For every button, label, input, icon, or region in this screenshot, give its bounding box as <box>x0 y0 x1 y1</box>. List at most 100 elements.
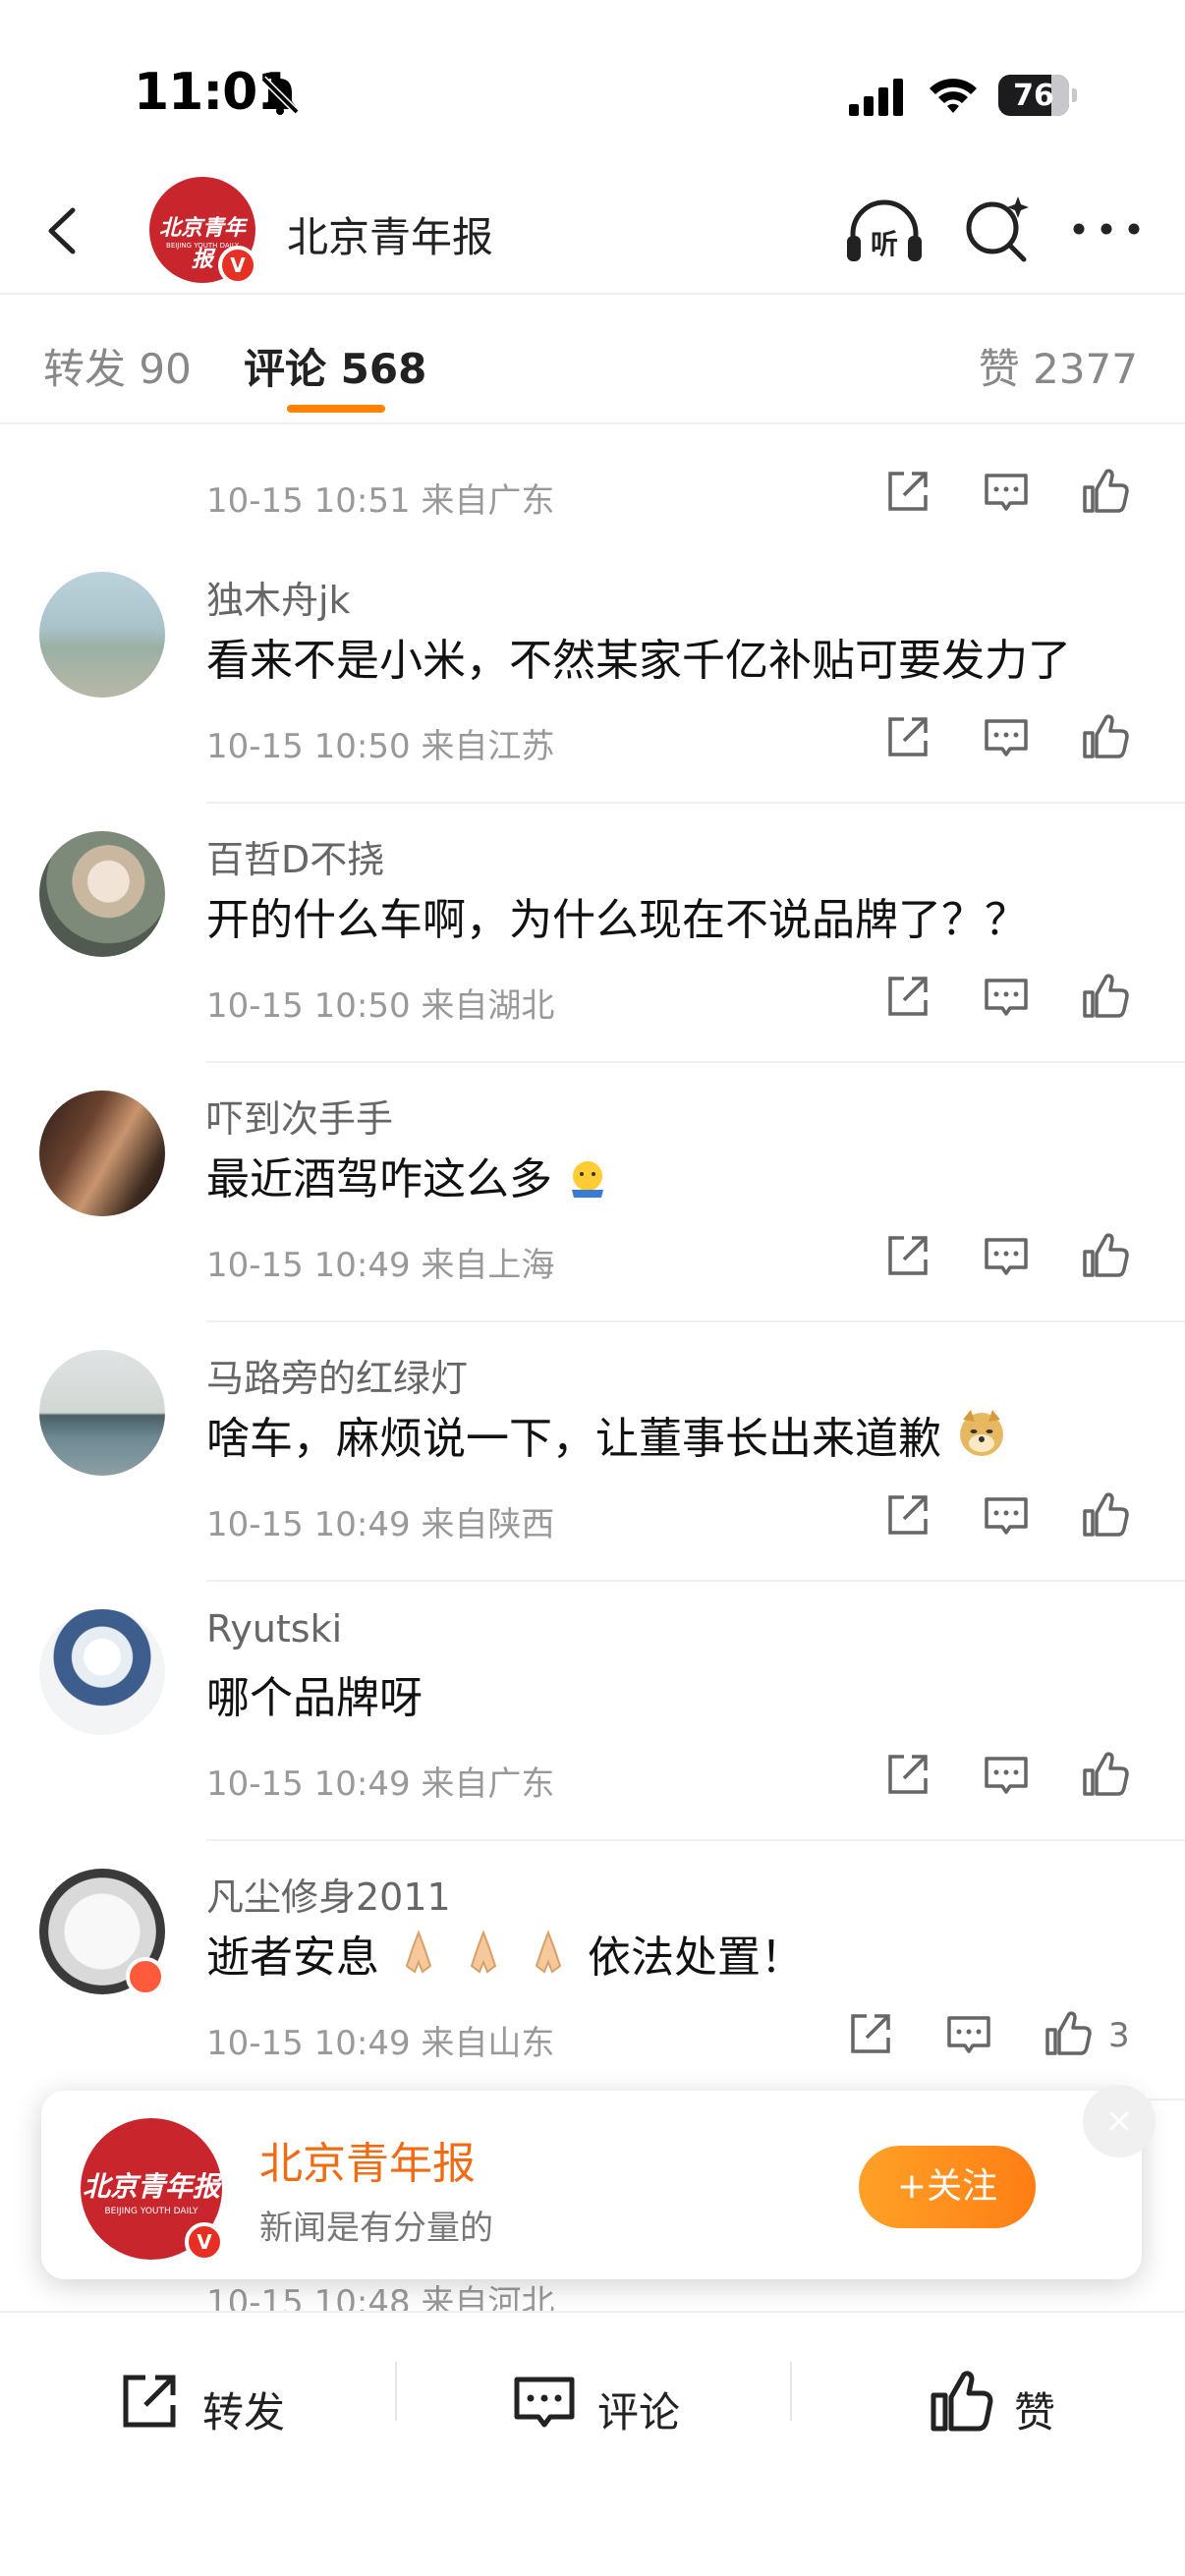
tab-repost[interactable]: 转发 90 <box>43 336 192 396</box>
avatar[interactable] <box>39 1609 165 1735</box>
tab-bar: 转发 90 评论 568 赞 2377 <box>0 295 1185 424</box>
comment-username[interactable]: 百哲D不挠 <box>206 829 384 883</box>
wifi-icon <box>930 79 977 113</box>
battery-percent: 76 <box>1013 79 1054 113</box>
svg-text:听: 听 <box>871 228 898 260</box>
share-icon[interactable] <box>880 1228 935 1283</box>
pray-emoji-icon <box>535 1930 562 1974</box>
comment-text: 哪个品牌呀 <box>206 1673 423 1723</box>
comment-text-body: 啥车，麻烦说一下，让董事长出来道歉 <box>206 1414 941 1464</box>
comment-meta: 10-15 10:50 来自湖北 <box>206 986 555 1026</box>
like-button[interactable]: 赞 <box>926 2366 1055 2444</box>
share-icon[interactable] <box>843 2006 898 2061</box>
comment-username[interactable]: 凡尘修身2011 <box>206 1867 451 1921</box>
bell-off-icon <box>260 76 300 115</box>
back-icon[interactable] <box>29 196 98 265</box>
signal-icon <box>849 79 903 116</box>
repost-label: 转发 <box>202 2388 286 2436</box>
emoji-icon <box>572 1161 603 1198</box>
comment-label: 评论 <box>597 2388 681 2436</box>
comment-meta: 10-15 10:49 来自山东 <box>206 2024 555 2063</box>
like-icon[interactable] <box>1077 1747 1132 1802</box>
avatar[interactable] <box>39 831 165 957</box>
like-icon[interactable] <box>1077 969 1132 1024</box>
comment-icon[interactable] <box>979 969 1034 1024</box>
like-icon[interactable] <box>1077 464 1132 519</box>
bottom-action-bar: 转发 评论 赞 <box>0 2311 1185 2576</box>
listen-icon[interactable]: 听 <box>843 196 926 265</box>
close-icon <box>1108 2110 1130 2132</box>
comment-icon[interactable] <box>941 2006 996 2061</box>
comment-text-body: 逝者安息 <box>206 1932 379 1983</box>
list-item: 10-15 10:51 来自广东 <box>0 424 1185 544</box>
search-icon[interactable] <box>961 193 1034 265</box>
comment-icon[interactable] <box>979 709 1034 764</box>
verified-badge: V <box>185 2222 224 2262</box>
page-title[interactable]: 北京青年报 <box>287 204 493 264</box>
avatar[interactable] <box>39 1091 165 1216</box>
share-icon[interactable] <box>880 1487 935 1542</box>
pray-emoji-icon <box>405 1930 432 1974</box>
comment-icon[interactable] <box>979 1747 1034 1802</box>
repost-button[interactable]: 转发 <box>114 2366 285 2444</box>
comment-meta: 10-15 10:48 来自河北 <box>206 2283 555 2311</box>
share-icon <box>123 2375 176 2428</box>
comment-meta: 10-15 10:50 来自江苏 <box>206 727 555 766</box>
comment-text: 看来不是小米，不然某家千亿补贴可要发力了 <box>206 636 1071 686</box>
list-item: 凡尘修身2011 逝者安息 依法处置！ 10-15 10:49 来自山东 3 <box>0 1841 1185 2100</box>
list-item: Ryutski 哪个品牌呀 10-15 10:49 来自广东 <box>0 1582 1185 1841</box>
comment-username[interactable]: 吓到次手手 <box>206 1089 393 1143</box>
list-item: 独木舟jk 看来不是小米，不然某家千亿补贴可要发力了 10-15 10:50 来… <box>0 544 1185 804</box>
list-item: 百哲D不挠 开的什么车啊，为什么现在不说品牌了？？ 10-15 10:50 来自… <box>0 804 1185 1063</box>
share-icon[interactable] <box>880 969 935 1024</box>
pray-emoji-icon <box>470 1930 497 1974</box>
logo-text: 北京青年报 <box>82 2170 220 2203</box>
comment-text: 逝者安息 依法处置！ <box>206 1922 804 1985</box>
like-icon[interactable] <box>1077 1228 1132 1283</box>
like-icon[interactable] <box>1040 2006 1095 2061</box>
avatar[interactable] <box>39 572 165 698</box>
comment-icon[interactable] <box>979 1487 1034 1542</box>
comment-icon[interactable] <box>979 1228 1034 1283</box>
comment-username[interactable]: Ryutski <box>206 1607 342 1651</box>
follow-card: 北京青年报 BEIJING YOUTH DAILY V 北京青年报 新闻是有分量… <box>41 2085 1156 2279</box>
tab-comment[interactable]: 评论 568 <box>244 336 426 396</box>
tab-active-indicator <box>287 405 385 413</box>
comment-username[interactable]: 独木舟jk <box>206 570 351 624</box>
share-icon[interactable] <box>880 1747 935 1802</box>
card-account-name[interactable]: 北京青年报 <box>259 2128 476 2191</box>
like-icon[interactable] <box>1077 1487 1132 1542</box>
comment-text: 最近酒驾咋这么多 <box>206 1144 609 1206</box>
comment-icon <box>514 2377 575 2428</box>
verified-badge: V <box>218 246 257 285</box>
like-icon[interactable] <box>1077 709 1132 764</box>
share-icon[interactable] <box>880 709 935 764</box>
comment-text: 啥车，麻烦说一下，让董事长出来道歉 <box>206 1403 1008 1466</box>
doge-emoji-icon <box>960 1410 1003 1456</box>
comment-icon[interactable] <box>979 464 1034 519</box>
comment-list: 10-15 10:51 来自广东 独木舟jk 看来不是小米，不然某家千亿补贴可要… <box>0 424 1185 2311</box>
comment-meta: 10-15 10:51 来自广东 <box>206 481 555 521</box>
header: 北京青年报 BEIJING YOUTH DAILY V 北京青年报 听 <box>0 167 1185 295</box>
avatar[interactable] <box>39 1350 165 1476</box>
logo-subtext: BEIJING YOUTH DAILY <box>104 2207 198 2216</box>
share-icon[interactable] <box>880 464 935 519</box>
comment-text: 开的什么车啊，为什么现在不说品牌了？？ <box>206 895 1028 945</box>
comment-meta: 10-15 10:49 来自上海 <box>206 1246 555 1285</box>
more-icon[interactable] <box>1069 214 1144 244</box>
battery-indicator: 76 <box>998 75 1077 116</box>
comment-text-body: 最近酒驾咋这么多 <box>206 1154 552 1204</box>
like-label: 赞 <box>1014 2388 1056 2436</box>
list-item: 吓到次手手 最近酒驾咋这么多 10-15 10:49 来自上海 <box>0 1063 1185 1322</box>
comment-button[interactable]: 评论 <box>509 2366 680 2444</box>
like-count: 3 <box>1108 2016 1130 2055</box>
comment-meta: 10-15 10:49 来自广东 <box>206 1764 555 1804</box>
close-button[interactable] <box>1083 2085 1156 2157</box>
comment-text-body: 依法处置！ <box>588 1932 804 1983</box>
comment-meta: 10-15 10:49 来自陕西 <box>206 1505 555 1544</box>
follow-button[interactable]: +关注 <box>859 2146 1036 2228</box>
member-badge <box>126 1957 165 1996</box>
tab-like[interactable]: 赞 2377 <box>979 336 1138 396</box>
comment-username[interactable]: 马路旁的红绿灯 <box>206 1348 468 1402</box>
like-icon <box>931 2371 993 2432</box>
